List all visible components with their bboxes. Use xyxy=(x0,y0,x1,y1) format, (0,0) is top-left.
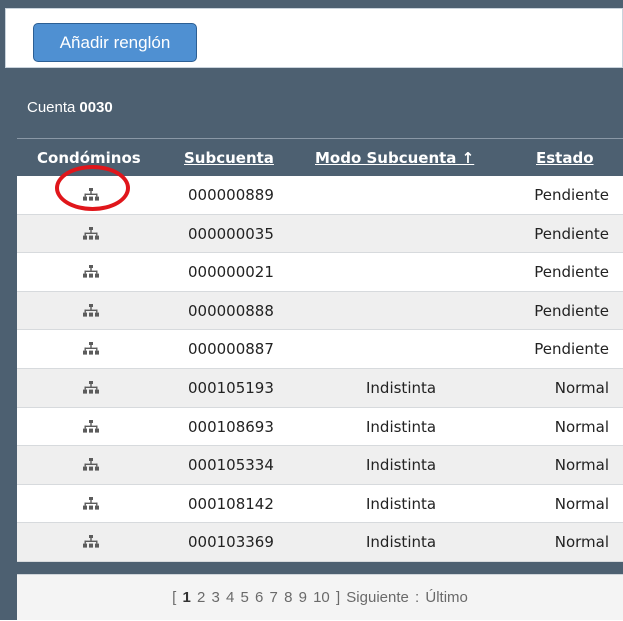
table-row: 000000887 Pendiente xyxy=(17,330,623,369)
cell-modo-subcuenta: Indistinta xyxy=(366,494,437,513)
sitemap-icon[interactable] xyxy=(83,380,99,395)
pager-page-10[interactable]: 10 xyxy=(313,589,330,606)
pager-page-2[interactable]: 2 xyxy=(197,589,205,606)
account-number: 0030 xyxy=(79,99,113,116)
cell-estado: Pendiente xyxy=(534,186,609,204)
table-body: 000000889 Pendiente 000000035 Pendiente 0000… xyxy=(17,176,623,562)
cell-subcuenta: 000105193 xyxy=(188,378,274,397)
pagination: [ 1 2 3 4 5 6 7 8 9 10 ] Siguiente : Últ… xyxy=(17,574,623,620)
table-row: 000108693 Indistinta Normal xyxy=(17,407,623,447)
sitemap-icon[interactable] xyxy=(83,419,99,434)
cell-subcuenta: 000105334 xyxy=(188,456,274,475)
account-bar: Cuenta 0030 xyxy=(17,70,623,138)
cell-estado: Normal xyxy=(554,456,609,475)
cell-estado: Pendiente xyxy=(534,301,609,320)
cell-modo-subcuenta: Indistinta xyxy=(366,533,437,552)
table-row: 000000888 Pendiente xyxy=(17,291,623,331)
pager-page-5[interactable]: 5 xyxy=(241,589,249,606)
page: Añadir renglón Cuenta 0030 Condóminos Sub… xyxy=(0,0,623,620)
header-modo-subcuenta[interactable]: Modo Subcuenta ↑ xyxy=(315,149,474,167)
account-info: Cuenta 0030 xyxy=(27,99,113,116)
table-row: 000000021 Pendiente xyxy=(17,253,623,292)
pager-separator: : xyxy=(415,589,420,606)
sitemap-icon[interactable] xyxy=(83,226,99,241)
pager-page-4[interactable]: 4 xyxy=(226,589,234,606)
cell-estado: Normal xyxy=(554,533,609,552)
cell-modo-subcuenta: Indistinta xyxy=(366,417,437,436)
sitemap-icon[interactable] xyxy=(83,496,99,511)
pager-page-3[interactable]: 3 xyxy=(211,589,219,606)
pager-next-link[interactable]: Siguiente xyxy=(346,589,409,606)
sitemap-icon[interactable] xyxy=(83,458,99,472)
left-border xyxy=(0,70,17,620)
sitemap-icon[interactable] xyxy=(83,303,99,318)
cell-modo-subcuenta: Indistinta xyxy=(366,378,437,397)
highlight-circle xyxy=(55,165,130,211)
cell-modo-subcuenta: Indistinta xyxy=(366,456,437,475)
cell-estado: Normal xyxy=(554,417,609,436)
pager-page-6[interactable]: 6 xyxy=(255,589,263,606)
cell-subcuenta: 000000889 xyxy=(188,186,274,204)
pager-open-bracket: [ xyxy=(172,589,177,606)
add-row-button[interactable]: Añadir renglón xyxy=(33,23,197,62)
table-row: 000103369 Indistinta Normal xyxy=(17,523,623,562)
cell-subcuenta: 000103369 xyxy=(188,533,274,552)
pager-close-bracket: ] xyxy=(335,589,341,606)
pager-page-8[interactable]: 8 xyxy=(284,589,292,606)
cell-estado: Normal xyxy=(554,494,609,513)
sitemap-icon[interactable] xyxy=(83,535,99,549)
cell-estado: Normal xyxy=(554,378,609,397)
account-label: Cuenta xyxy=(27,99,76,116)
toolbar: Añadir renglón xyxy=(5,8,623,68)
cell-subcuenta: 000000888 xyxy=(188,301,274,320)
cell-estado: Pendiente xyxy=(534,224,609,243)
cell-subcuenta: 000000021 xyxy=(188,263,274,282)
cell-subcuenta: 000108693 xyxy=(188,417,274,436)
cell-subcuenta: 000000035 xyxy=(188,224,274,243)
header-estado[interactable]: Estado xyxy=(536,149,594,167)
table-row: 000105193 Indistinta Normal xyxy=(17,368,623,408)
pager-current-page: 1 xyxy=(182,589,191,606)
sitemap-icon[interactable] xyxy=(83,342,99,356)
table-row: 000108142 Indistinta Normal xyxy=(17,484,623,524)
table-footer-band xyxy=(17,562,623,574)
pager-page-7[interactable]: 7 xyxy=(270,589,278,606)
pager-page-9[interactable]: 9 xyxy=(299,589,307,606)
cell-subcuenta: 000108142 xyxy=(188,494,274,513)
table-row: 000000035 Pendiente xyxy=(17,214,623,254)
cell-estado: Pendiente xyxy=(534,263,609,282)
header-subcuenta[interactable]: Subcuenta xyxy=(184,149,274,167)
sitemap-icon[interactable] xyxy=(83,265,99,279)
pager-last-link[interactable]: Último xyxy=(425,589,468,606)
table-row: 000105334 Indistinta Normal xyxy=(17,446,623,485)
cell-estado: Pendiente xyxy=(534,340,609,359)
cell-subcuenta: 000000887 xyxy=(188,340,274,359)
